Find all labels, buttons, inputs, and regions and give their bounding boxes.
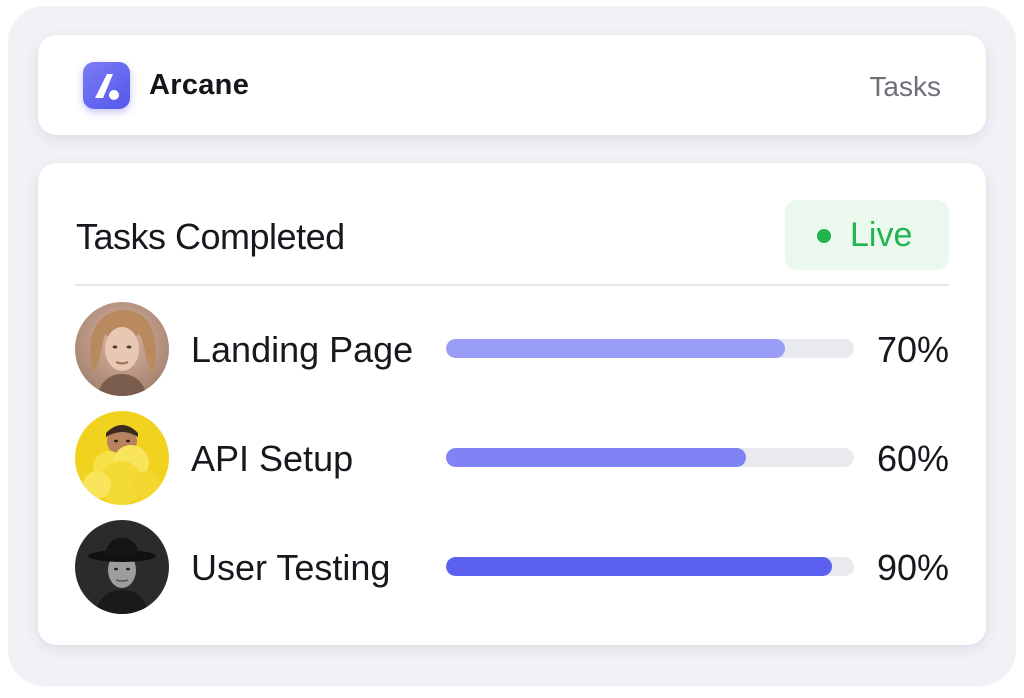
nav-tab-tasks[interactable]: Tasks: [869, 71, 941, 103]
avatar-man-yellow-smoke: [75, 411, 169, 505]
app-background: Arcane Tasks Tasks Completed Live Landin…: [8, 6, 1016, 686]
task-label: User Testing: [191, 547, 391, 588]
progress-track: [446, 448, 854, 467]
progress-percent: 90%: [876, 547, 949, 588]
progress-percent: 60%: [876, 438, 949, 479]
progress-fill: [446, 339, 785, 358]
progress-fill: [446, 557, 832, 576]
progress-track: [446, 339, 854, 358]
avatar-man-black-hat: [75, 520, 169, 614]
tasks-completed-widget: Tasks Completed Live Landing Page 70% AP…: [38, 163, 986, 645]
task-row-api-setup[interactable]: API Setup 60%: [75, 411, 949, 505]
live-dot-icon: [817, 229, 831, 243]
avatar-long-haired-man: [75, 302, 169, 396]
task-row-user-testing[interactable]: User Testing 90%: [75, 520, 949, 614]
progress-fill: [446, 448, 746, 467]
live-status-label: Live: [850, 216, 913, 254]
progress-track: [446, 557, 854, 576]
app-header: Arcane Tasks: [38, 35, 986, 135]
live-status-badge: Live: [785, 200, 949, 270]
task-label: API Setup: [191, 438, 354, 479]
divider: [75, 284, 949, 286]
task-label: Landing Page: [191, 329, 414, 370]
arcane-logo-icon[interactable]: [83, 62, 130, 109]
progress-percent: 70%: [876, 329, 949, 370]
widget-title: Tasks Completed: [76, 216, 345, 257]
task-row-landing-page[interactable]: Landing Page 70%: [75, 302, 949, 396]
brand-name: Arcane: [149, 69, 250, 101]
